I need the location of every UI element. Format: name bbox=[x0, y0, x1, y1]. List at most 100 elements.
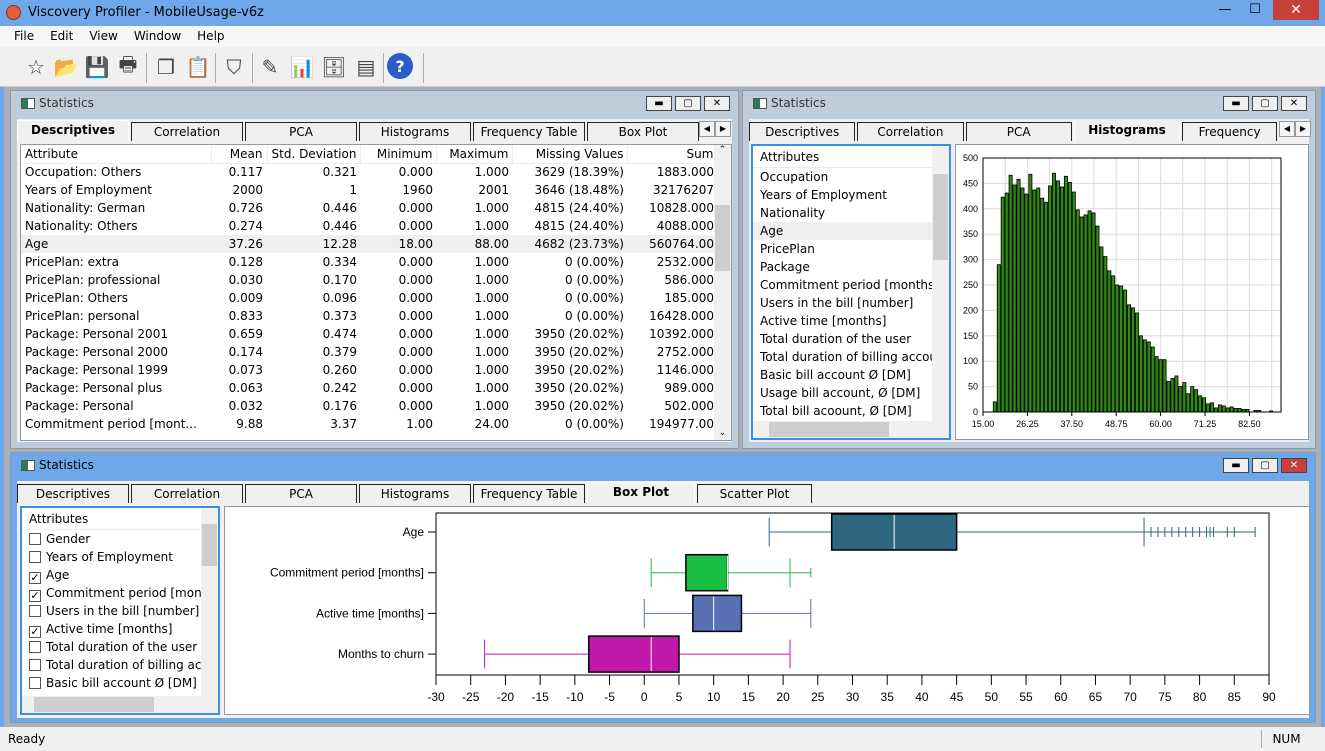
column-header[interactable]: Maximum bbox=[436, 145, 514, 164]
copy-icon[interactable]: ❐ bbox=[152, 53, 180, 81]
pages-icon[interactable]: ▤ bbox=[352, 53, 380, 81]
table-row[interactable]: PricePlan: personal 0.833 0.373 0.000 1.000 0… bbox=[21, 307, 718, 325]
tab-histograms[interactable]: Histograms bbox=[359, 122, 471, 141]
maximize-button[interactable]: ☐ bbox=[1241, 0, 1269, 20]
checklist-item[interactable]: Gender bbox=[22, 530, 201, 548]
menu-help[interactable]: Help bbox=[189, 26, 232, 47]
menu-window[interactable]: Window bbox=[126, 26, 189, 47]
menu-view[interactable]: View bbox=[81, 26, 125, 47]
vertical-scrollbar[interactable] bbox=[201, 508, 218, 696]
checkbox[interactable] bbox=[29, 677, 41, 689]
tab-box-plot[interactable]: Box Plot bbox=[587, 122, 699, 141]
tab-histograms[interactable]: Histograms bbox=[359, 484, 471, 503]
tab-pca[interactable]: PCA bbox=[245, 484, 357, 503]
close-button[interactable]: ✕ bbox=[1281, 96, 1307, 111]
edit-icon[interactable]: ✎ bbox=[256, 53, 284, 81]
print-icon[interactable]: 🖶 bbox=[114, 52, 142, 81]
close-button[interactable]: ✕ bbox=[1281, 458, 1307, 473]
tab-scroll-left[interactable]: ◀ bbox=[1279, 121, 1295, 137]
column-header[interactable]: Attribute bbox=[21, 145, 212, 164]
list-item[interactable]: Total duration of billing account bbox=[753, 348, 932, 366]
minimize-button[interactable]: — bbox=[1211, 0, 1239, 20]
vertical-scrollbar[interactable]: ⌃ ⌄ bbox=[714, 145, 731, 440]
checkbox[interactable] bbox=[29, 605, 41, 617]
maximize-button[interactable]: ▢ bbox=[1252, 458, 1278, 473]
tab-correlation[interactable]: Correlation bbox=[131, 484, 243, 503]
tab-scroll-right[interactable]: ▶ bbox=[1295, 121, 1311, 137]
table-row[interactable]: Commitment period [mont... 9.88 3.37 1.00 24… bbox=[21, 415, 718, 433]
horizontal-scrollbar[interactable] bbox=[22, 696, 218, 713]
minimize-button[interactable]: ▬ bbox=[1223, 96, 1249, 111]
list-item[interactable]: Users in the bill [number] bbox=[753, 294, 932, 312]
tab-scatter-plot[interactable]: Scatter Plot bbox=[697, 484, 812, 503]
scrollbar-thumb[interactable] bbox=[715, 205, 730, 271]
list-item[interactable]: Age bbox=[753, 222, 932, 240]
list-item[interactable]: Nationality bbox=[753, 204, 932, 222]
checklist-item[interactable]: Basic bill account Ø [DM] bbox=[22, 674, 201, 692]
list-item[interactable]: Total bill acoount, Ø [DM] bbox=[753, 402, 932, 420]
close-button[interactable]: ✕ bbox=[704, 96, 730, 111]
column-header[interactable]: Mean bbox=[211, 145, 268, 164]
checkbox[interactable] bbox=[29, 659, 41, 671]
tab-pca[interactable]: PCA bbox=[965, 122, 1072, 141]
table-row[interactable]: PricePlan: extra 0.128 0.334 0.000 1.000 0 (0… bbox=[21, 253, 718, 271]
checkbox[interactable] bbox=[29, 551, 41, 563]
checklist-item[interactable]: Total duration of the user bbox=[22, 638, 201, 656]
menu-file[interactable]: File bbox=[6, 26, 42, 47]
checkbox[interactable]: ✓ bbox=[29, 590, 41, 602]
help-icon[interactable]: ? bbox=[387, 53, 413, 79]
maximize-button[interactable]: ▢ bbox=[675, 96, 701, 111]
table-row[interactable]: Package: Personal 0.032 0.176 0.000 1.000 395… bbox=[21, 397, 718, 415]
tab-descriptives[interactable]: Descriptives bbox=[17, 120, 129, 141]
tab-scroll-left[interactable]: ◀ bbox=[699, 121, 715, 137]
close-button[interactable]: ✕ bbox=[1273, 0, 1319, 20]
table-row[interactable]: PricePlan: Others 0.009 0.096 0.000 1.000 0 (… bbox=[21, 289, 718, 307]
column-header[interactable]: Sum bbox=[627, 145, 719, 164]
checkbox[interactable]: ✓ bbox=[29, 572, 41, 584]
tab-frequency-table[interactable]: Frequency Table bbox=[473, 122, 585, 141]
column-header[interactable]: Std. Deviation bbox=[267, 145, 362, 164]
tag-icon[interactable]: ⛉ bbox=[220, 53, 248, 81]
new-icon[interactable]: ☆ bbox=[22, 53, 50, 81]
checklist-item[interactable]: Users in the bill [number] bbox=[22, 602, 201, 620]
checkbox[interactable]: ✓ bbox=[29, 626, 41, 638]
minimize-button[interactable]: ▬ bbox=[646, 96, 672, 111]
table-row[interactable]: Nationality: Others 0.274 0.446 0.000 1.000 4… bbox=[21, 217, 718, 235]
paste-icon[interactable]: 📋 bbox=[184, 53, 212, 81]
checklist-item[interactable]: Total duration of billing account bbox=[22, 656, 201, 674]
table-row[interactable]: Years of Employment 2000 1 1960 2001 3646 (18… bbox=[21, 181, 718, 199]
vertical-scrollbar[interactable] bbox=[932, 146, 949, 421]
tab-pca[interactable]: PCA bbox=[245, 122, 357, 141]
checklist-item[interactable]: ✓ Age bbox=[22, 566, 201, 584]
save-icon[interactable]: 💾 bbox=[83, 53, 111, 81]
list-item[interactable]: Package bbox=[753, 258, 932, 276]
column-header[interactable]: Missing Values bbox=[512, 145, 629, 164]
column-header[interactable]: Minimum bbox=[360, 145, 438, 164]
tab-descriptives[interactable]: Descriptives bbox=[749, 122, 856, 141]
checklist-item[interactable]: ✓ Commitment period [months] bbox=[22, 584, 201, 602]
minimize-button[interactable]: ▬ bbox=[1223, 458, 1249, 473]
checkbox[interactable] bbox=[29, 533, 41, 545]
list-item[interactable]: Active time [months] bbox=[753, 312, 932, 330]
checklist-item[interactable]: ✓ Active time [months] bbox=[22, 620, 201, 638]
table-row[interactable]: Occupation: Others 0.117 0.321 0.000 1.000 36… bbox=[21, 163, 718, 181]
tab-descriptives[interactable]: Descriptives bbox=[17, 484, 129, 503]
chart-icon[interactable]: 📊 bbox=[288, 53, 316, 81]
tab-histograms[interactable]: Histograms bbox=[1073, 122, 1181, 141]
checkbox[interactable] bbox=[29, 641, 41, 653]
tab-correlation[interactable]: Correlation bbox=[857, 122, 964, 141]
tab-frequency-table[interactable]: Frequency Table bbox=[473, 484, 585, 503]
table-row[interactable]: Age 37.26 12.28 18.00 88.00 4682 (23.73%) 5607… bbox=[21, 235, 718, 253]
table-row[interactable]: Package: Personal 1999 0.073 0.260 0.000 1.0… bbox=[21, 361, 718, 379]
tab-correlation[interactable]: Correlation bbox=[131, 122, 243, 141]
table-row[interactable]: Nationality: German 0.726 0.446 0.000 1.000 4… bbox=[21, 199, 718, 217]
menu-edit[interactable]: Edit bbox=[42, 26, 81, 47]
tab-box-plot[interactable]: Box Plot bbox=[587, 482, 695, 503]
database-icon[interactable]: 🗄 bbox=[320, 53, 348, 81]
list-item[interactable]: Years of Employment bbox=[753, 186, 932, 204]
list-item[interactable]: Commitment period [months] bbox=[753, 276, 932, 294]
open-icon[interactable]: 📂 bbox=[52, 53, 80, 81]
scrollbar-thumb[interactable] bbox=[933, 174, 948, 260]
tab-frequency[interactable]: Frequency bbox=[1182, 122, 1278, 141]
list-item[interactable]: Usage bill account, Ø [DM] bbox=[753, 384, 932, 402]
